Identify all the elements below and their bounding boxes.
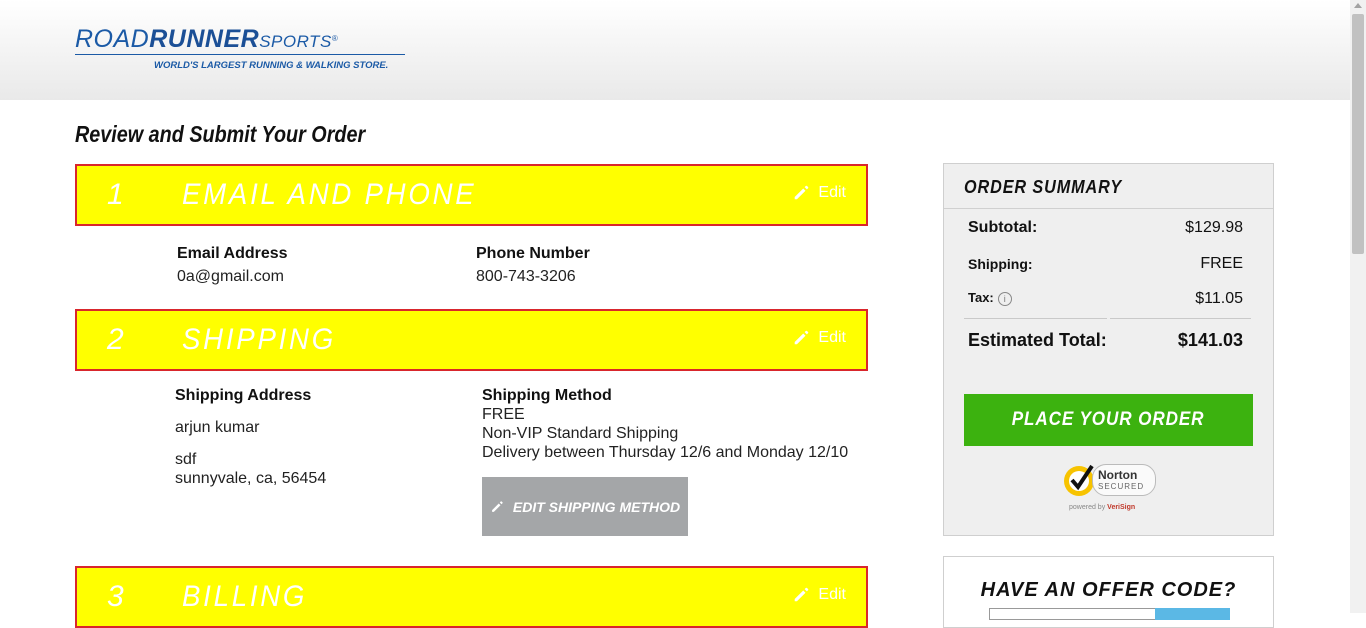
- norton-powered-by: powered by VeriSign: [1069, 504, 1136, 511]
- pencil-icon: [491, 500, 503, 512]
- shipping-method-delivery: Delivery between Thursday 12/6 and Monda…: [482, 444, 849, 461]
- section-title: BILLING: [182, 580, 308, 613]
- page-scrollbar[interactable]: [1350, 0, 1366, 613]
- norton-sub: SECURED: [1098, 482, 1145, 491]
- edit-email-phone-button[interactable]: Edit: [792, 184, 846, 202]
- shipping-method-label: Shipping Method: [482, 387, 612, 404]
- edit-label: Edit: [818, 586, 846, 603]
- section-number: 2: [107, 323, 124, 356]
- info-icon[interactable]: i: [997, 291, 1012, 306]
- divider: [1110, 318, 1251, 319]
- section-shipping-header: 2 SHIPPING Edit: [75, 309, 868, 371]
- tax-label: Tax:: [968, 290, 994, 305]
- norton-text: Norton: [1098, 468, 1138, 482]
- logo-road: ROAD: [75, 25, 150, 53]
- shipping-cost-value: FREE: [1200, 255, 1243, 272]
- edit-shipping-method-label: EDIT SHIPPING METHOD: [512, 498, 681, 515]
- scroll-up-arrow-icon[interactable]: [1354, 3, 1362, 8]
- logo-underline: [75, 54, 405, 55]
- shipping-cost-label: Shipping:: [968, 256, 1033, 272]
- offer-code-input[interactable]: [989, 608, 1156, 620]
- scrollbar-thumb[interactable]: [1352, 14, 1364, 254]
- pencil-icon: [795, 587, 809, 602]
- edit-billing-button[interactable]: Edit: [792, 586, 846, 604]
- place-order-button[interactable]: PLACE YOUR ORDER: [964, 394, 1253, 446]
- subtotal-label: Subtotal:: [968, 219, 1038, 236]
- email-value: 0a@gmail.com: [177, 268, 284, 285]
- section-number: 3: [107, 580, 124, 613]
- norton-secured-badge[interactable]: Norton SECURED powered by VeriSign: [1062, 460, 1162, 512]
- logo-runner: RUNNER: [149, 25, 260, 53]
- shipping-name: arjun kumar: [175, 419, 260, 436]
- offer-apply-button[interactable]: [1155, 608, 1230, 620]
- divider: [944, 208, 1273, 209]
- offer-code-title: HAVE AN OFFER CODE?: [980, 579, 1237, 601]
- roadrunner-logo[interactable]: ROADRUNNERSPORTS® WORLD'S LARGEST RUNNIN…: [75, 26, 415, 76]
- divider: [964, 318, 1107, 319]
- site-header: ROADRUNNERSPORTS® WORLD'S LARGEST RUNNIN…: [0, 0, 1350, 100]
- edit-label: Edit: [818, 329, 846, 346]
- shipping-method-cost: FREE: [482, 406, 525, 423]
- shipping-method-name: Non-VIP Standard Shipping: [482, 425, 679, 442]
- phone-value: 800-743-3206: [476, 268, 576, 285]
- shipping-street: sdf: [175, 451, 197, 468]
- shipping-address-label: Shipping Address: [175, 387, 312, 404]
- edit-shipping-button[interactable]: Edit: [792, 329, 846, 347]
- logo-sports: SPORTS: [259, 32, 332, 51]
- section-billing-header: 3 BILLING Edit: [75, 566, 868, 628]
- section-number: 1: [107, 178, 124, 211]
- phone-label: Phone Number: [476, 245, 590, 262]
- offer-code-panel: HAVE AN OFFER CODE?: [943, 556, 1274, 628]
- estimated-total-label: Estimated Total:: [968, 330, 1107, 350]
- logo-wordmark: ROADRUNNERSPORTS®: [75, 25, 339, 53]
- shipping-city-line: sunnyvale, ca, 56454: [175, 470, 327, 487]
- pencil-icon: [795, 185, 809, 200]
- tax-row-label: Tax: i: [968, 290, 1012, 306]
- edit-shipping-method-button[interactable]: EDIT SHIPPING METHOD: [482, 477, 688, 536]
- email-label: Email Address: [177, 245, 288, 262]
- section-title: SHIPPING: [182, 323, 336, 356]
- page-title: Review and Submit Your Order: [75, 121, 366, 147]
- place-order-label: PLACE YOUR ORDER: [1012, 409, 1205, 430]
- order-summary-panel: ORDER SUMMARY Subtotal: $129.98 Shipping…: [943, 163, 1274, 536]
- section-title: EMAIL AND PHONE: [182, 178, 477, 211]
- pencil-icon: [795, 330, 809, 345]
- section-email-phone-header: 1 EMAIL AND PHONE Edit: [75, 164, 868, 226]
- logo-tagline: WORLD'S LARGEST RUNNING & WALKING STORE.: [154, 60, 389, 71]
- order-summary-title: ORDER SUMMARY: [964, 177, 1123, 197]
- tax-value: $11.05: [1195, 290, 1243, 307]
- subtotal-value: $129.98: [1185, 219, 1243, 236]
- estimated-total-value: $141.03: [1177, 330, 1243, 350]
- edit-label: Edit: [818, 184, 846, 201]
